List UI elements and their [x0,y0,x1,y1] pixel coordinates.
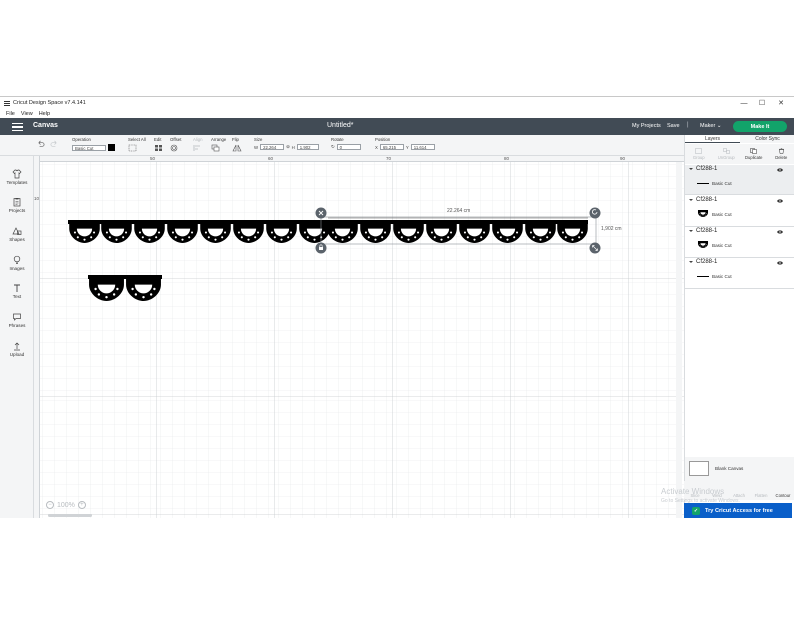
height-readout: 1,902 cm [601,226,622,232]
try-cricut-access-button[interactable]: ✓ Try Cricut Access for free [684,503,792,518]
blank-canvas-row[interactable]: Blank Canvas [685,457,794,481]
layer-name: Cf288-1 [696,166,718,172]
layer-thumbnail-line [697,183,709,184]
eye-icon[interactable] [777,261,783,265]
expand-caret-icon[interactable] [689,199,693,201]
horizontal-scrollbar[interactable] [48,514,92,517]
cricut-access-icon: ✓ [692,507,700,515]
expand-caret-icon[interactable] [689,168,693,170]
ungroup-label: UnGroup [717,155,735,160]
lock-handle-icon[interactable] [315,242,327,254]
scallop-border-small[interactable] [88,275,162,301]
zoom-in-button[interactable]: + [77,501,86,509]
blank-canvas-label: Blank Canvas [715,466,744,471]
duplicate-label: Duplicate [745,155,763,160]
expand-caret-icon[interactable] [689,261,693,263]
contour-button[interactable]: Contour [772,481,794,500]
layer-tools: Group UnGroup Duplicate Delete [685,144,794,164]
eye-icon[interactable] [777,199,783,203]
rotate-handle-icon[interactable] [589,207,601,219]
app-window: Cricut Design Space v7.4.141 — ☐ ✕ File … [0,96,794,518]
layer-thumbnail-scallop [697,210,709,217]
zoom-level: 100% [57,501,75,509]
width-readout: 22.264 cm [447,208,471,214]
layer-operation: Basic Cut [712,181,732,186]
group-button[interactable]: Group [685,144,713,164]
layer-item[interactable]: Cf288-1 Basic Cut [685,227,794,258]
scallop-border-row[interactable] [68,220,588,243]
layer-item[interactable]: Cf288-1 Basic Cut [685,258,794,289]
delete-handle-icon[interactable] [315,207,327,219]
layers-panel: Layers Color Sync Group UnGroup Duplicat… [684,135,794,518]
zoom-out-button[interactable]: − [46,501,54,509]
layer-thumbnail-line [697,276,709,277]
group-label: Group [692,155,705,160]
ungroup-icon [723,148,730,154]
expand-caret-icon[interactable] [689,230,693,232]
zoom-control: − 100% + [46,500,96,510]
layer-operation: Basic Cut [712,212,732,217]
design-objects [68,207,601,301]
delete-label: Delete [775,155,788,160]
delete-button[interactable]: Delete [768,144,794,164]
group-icon [695,148,702,154]
resize-handle-icon[interactable] [589,242,601,254]
blank-canvas-swatch[interactable] [689,461,709,476]
layer-thumbnail-scallop [697,241,709,248]
vertical-scrollbar[interactable] [676,162,682,518]
layer-item[interactable]: Cf288-1 Basic Cut [685,196,794,227]
activate-windows-watermark: Activate Windows [661,487,725,496]
layer-operation: Basic Cut [712,274,732,279]
layer-operation: Basic Cut [712,243,732,248]
duplicate-icon [750,148,757,154]
layer-item[interactable]: Cf288-1 Basic Cut [685,165,794,195]
tab-color-sync[interactable]: Color Sync [740,135,794,143]
layer-name: Cf288-1 [696,197,718,203]
panel-tabs: Layers Color Sync [685,135,794,143]
ungroup-button[interactable]: UnGroup [713,144,741,164]
duplicate-button[interactable]: Duplicate [740,144,768,164]
trash-icon [778,148,784,154]
layer-name: Cf288-1 [696,228,718,234]
flatten-button[interactable]: Flatten [750,481,772,500]
tab-layers[interactable]: Layers [685,135,740,143]
layer-name: Cf288-1 [696,259,718,265]
try-cricut-access-label: Try Cricut Access for free [705,508,773,514]
eye-icon[interactable] [777,168,783,172]
eye-icon[interactable] [777,230,783,234]
